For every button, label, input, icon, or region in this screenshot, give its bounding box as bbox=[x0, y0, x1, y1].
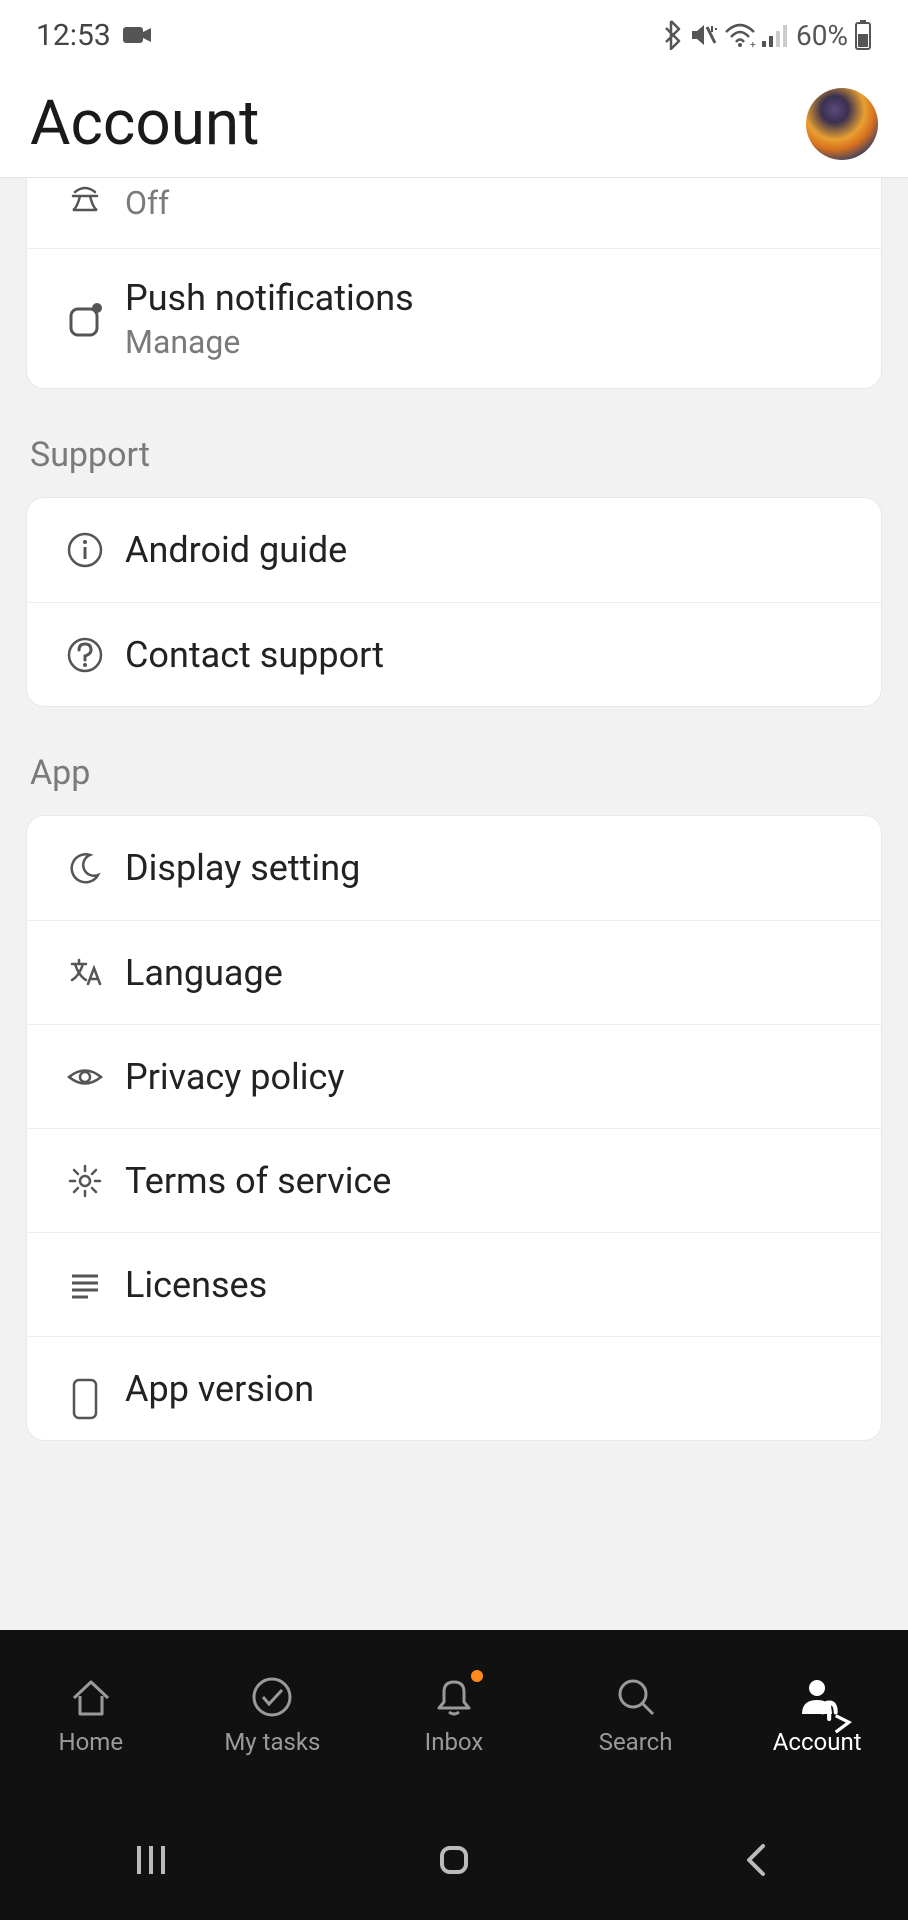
tab-search-label: Search bbox=[599, 1728, 673, 1756]
battery-text: 60% bbox=[796, 19, 848, 52]
tab-search[interactable]: Search bbox=[545, 1630, 727, 1800]
android-recents[interactable] bbox=[121, 1830, 181, 1890]
avatar[interactable] bbox=[806, 88, 878, 160]
push-sub: Manage bbox=[125, 323, 414, 361]
language-label: Language bbox=[125, 952, 283, 994]
row-privacy-policy[interactable]: Privacy policy bbox=[27, 1024, 881, 1128]
row-do-not-disturb[interactable]: Off bbox=[27, 178, 881, 248]
language-icon bbox=[53, 954, 117, 992]
tab-home[interactable]: Home bbox=[0, 1630, 182, 1800]
tab-inbox[interactable]: Inbox bbox=[363, 1630, 545, 1800]
page-title: Account bbox=[30, 87, 259, 160]
app-version-label: App version bbox=[125, 1368, 314, 1410]
mute-vibrate-icon bbox=[688, 20, 718, 50]
push-notification-icon bbox=[53, 299, 117, 339]
terms-label: Terms of service bbox=[125, 1160, 391, 1202]
tab-home-label: Home bbox=[59, 1728, 124, 1756]
battery-icon bbox=[854, 20, 872, 50]
licenses-label: Licenses bbox=[125, 1264, 267, 1306]
push-label: Push notifications bbox=[125, 277, 414, 319]
eye-icon bbox=[53, 1058, 117, 1096]
check-circle-icon bbox=[249, 1674, 295, 1720]
android-nav-bar bbox=[0, 1800, 908, 1920]
list-lines-icon bbox=[53, 1266, 117, 1304]
row-app-version[interactable]: App version bbox=[27, 1336, 881, 1440]
section-app: App bbox=[0, 707, 908, 815]
phone-icon bbox=[53, 1378, 117, 1420]
moon-icon bbox=[53, 849, 117, 887]
svg-text:+: + bbox=[750, 40, 756, 48]
page-header: Account bbox=[0, 70, 908, 178]
signal-icon bbox=[762, 23, 790, 47]
home-icon bbox=[68, 1674, 114, 1720]
row-licenses[interactable]: Licenses bbox=[27, 1232, 881, 1336]
contact-support-label: Contact support bbox=[125, 634, 384, 676]
bluetooth-icon bbox=[662, 20, 682, 50]
tab-mytasks-label: My tasks bbox=[224, 1728, 320, 1756]
search-icon bbox=[613, 1674, 659, 1720]
section-support: Support bbox=[0, 389, 908, 497]
row-display-setting[interactable]: Display setting bbox=[27, 816, 881, 920]
row-terms-of-service[interactable]: Terms of service bbox=[27, 1128, 881, 1232]
wifi-icon: + bbox=[724, 22, 756, 48]
dnd-status: Off bbox=[125, 184, 169, 222]
android-back[interactable] bbox=[727, 1830, 787, 1890]
android-guide-label: Android guide bbox=[125, 529, 347, 571]
android-home[interactable] bbox=[424, 1830, 484, 1890]
bell-snooze-icon bbox=[53, 184, 117, 224]
help-icon bbox=[53, 636, 117, 674]
bottom-tab-bar: Home My tasks Inbox Search Account bbox=[0, 1630, 908, 1800]
tab-my-tasks[interactable]: My tasks bbox=[182, 1630, 364, 1800]
status-bar: 12:53 + 60% bbox=[0, 0, 908, 70]
display-setting-label: Display setting bbox=[125, 847, 360, 889]
tab-account[interactable]: Account bbox=[726, 1630, 908, 1800]
info-icon bbox=[53, 531, 117, 569]
row-contact-support[interactable]: Contact support bbox=[27, 602, 881, 706]
row-android-guide[interactable]: Android guide bbox=[27, 498, 881, 602]
video-record-icon bbox=[123, 24, 153, 46]
person-icon bbox=[794, 1674, 840, 1720]
bell-icon bbox=[431, 1674, 477, 1720]
privacy-policy-label: Privacy policy bbox=[125, 1056, 344, 1098]
tab-inbox-label: Inbox bbox=[425, 1728, 484, 1756]
settings-content: Off Push notifications Manage Support An… bbox=[0, 178, 908, 1630]
row-push-notifications[interactable]: Push notifications Manage bbox=[27, 248, 881, 388]
gear-icon bbox=[53, 1162, 117, 1200]
status-time: 12:53 bbox=[36, 18, 111, 53]
row-language[interactable]: Language bbox=[27, 920, 881, 1024]
